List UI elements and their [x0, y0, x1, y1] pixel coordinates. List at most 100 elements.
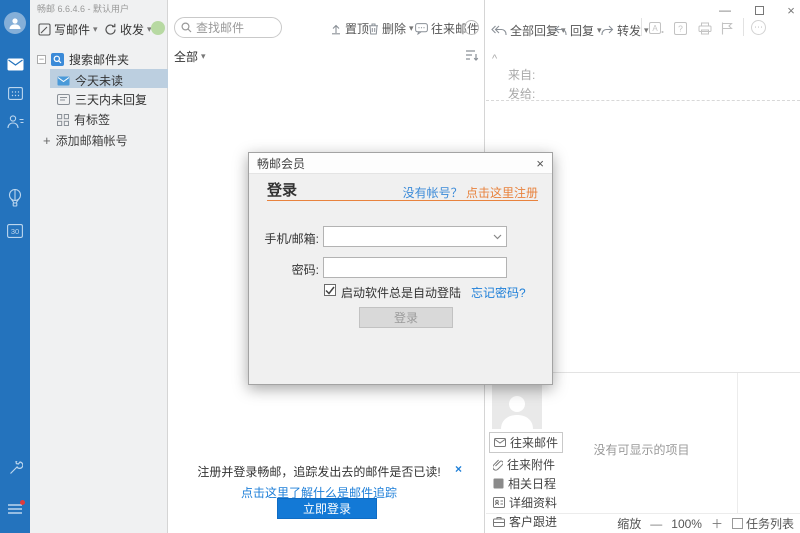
- nav-menu[interactable]: [0, 497, 30, 521]
- reply-icon: [554, 25, 567, 36]
- login-submit-button[interactable]: 登录: [359, 307, 453, 328]
- tab-related-schedule[interactable]: 相关日程: [489, 474, 560, 493]
- status-indicator: [151, 21, 165, 35]
- search-icon: [181, 22, 192, 33]
- auto-login-checkbox[interactable]: [324, 284, 336, 296]
- forward-label: 转发: [617, 22, 641, 39]
- zoom-out-button[interactable]: —: [650, 517, 662, 531]
- add-account-label: 添加邮箱帐号: [56, 132, 128, 149]
- id-card-icon: [493, 497, 505, 508]
- notification-dot: [20, 500, 25, 505]
- minimize-button[interactable]: —: [712, 2, 738, 18]
- reply-all-icon: [491, 25, 507, 36]
- no-account-text: 没有帐号？: [403, 186, 463, 200]
- svg-text:A: A: [652, 24, 658, 33]
- chevron-down-icon[interactable]: ▾: [409, 24, 414, 33]
- search-box[interactable]: [174, 17, 282, 38]
- forgot-password-link[interactable]: 忘记密码?: [471, 284, 526, 301]
- ellipsis-icon: ⋯: [467, 22, 476, 33]
- login-now-button[interactable]: 立即登录: [277, 498, 377, 519]
- tags-grid-icon: [57, 114, 69, 126]
- add-contact-button[interactable]: A: [649, 22, 664, 36]
- header-separator: [486, 100, 800, 101]
- pin-top-button[interactable]: 置顶: [330, 20, 369, 37]
- delete-button[interactable]: 删除 ▾: [368, 20, 414, 37]
- phone-email-field[interactable]: [323, 226, 507, 247]
- nav-balloon[interactable]: [0, 186, 30, 210]
- nav-rail: 30: [0, 0, 30, 533]
- tab-detailed-info[interactable]: 详细资料: [489, 493, 561, 512]
- dialog-title: 畅邮会员: [257, 155, 305, 172]
- add-account-button[interactable]: + 添加邮箱帐号: [43, 132, 128, 149]
- zoom-label: 缩放: [617, 515, 641, 532]
- svg-text:30: 30: [11, 227, 19, 236]
- task-list-checkbox[interactable]: [732, 518, 743, 529]
- heading-underline: [267, 200, 538, 201]
- minimize-icon: —: [719, 3, 731, 17]
- send-receive-button[interactable]: 收发 ▾: [104, 21, 152, 38]
- send-receive-label: 收发: [120, 21, 144, 38]
- pin-top-icon: [330, 23, 342, 35]
- chevron-down-icon[interactable]: ▾: [93, 25, 98, 34]
- close-button[interactable]: ×: [778, 2, 800, 18]
- paperclip-icon: [493, 459, 503, 471]
- promo-close-icon[interactable]: ×: [455, 462, 462, 476]
- filter-dropdown[interactable]: 全部 ▾: [174, 48, 206, 65]
- nav-contacts[interactable]: [0, 109, 30, 133]
- task-list-toggle[interactable]: 任务列表: [732, 515, 794, 532]
- plus-icon: +: [43, 133, 51, 148]
- contact-avatar: [492, 381, 542, 429]
- task-list-label: 任务列表: [746, 515, 794, 532]
- auto-login-label[interactable]: 启动软件总是自动登陆: [341, 284, 461, 301]
- nav-calendar30[interactable]: 30: [0, 219, 30, 243]
- envelope-icon: [57, 76, 70, 86]
- folder-label: 有标签: [74, 111, 110, 128]
- menu-icon: [7, 503, 23, 515]
- sidebar-item-today-unread[interactable]: 今天未读: [57, 72, 123, 89]
- flag-button[interactable]: [721, 22, 733, 35]
- dialog-close-icon[interactable]: ×: [536, 156, 544, 171]
- help-button[interactable]: ?: [674, 22, 687, 35]
- tab-label: 详细资料: [509, 494, 557, 511]
- maximize-button[interactable]: [746, 2, 772, 18]
- register-link[interactable]: 点击这里注册: [466, 186, 538, 200]
- tab-label: 相关日程: [508, 475, 556, 492]
- tree-collapse-icon[interactable]: −: [37, 55, 46, 64]
- tab-label: 往来附件: [507, 456, 555, 473]
- nav-settings[interactable]: [0, 456, 30, 480]
- compose-button[interactable]: 写邮件 ▾: [38, 21, 98, 38]
- calendar-icon: [8, 86, 23, 100]
- phone-email-label: 手机/邮箱:: [249, 230, 319, 247]
- reading-more-button[interactable]: ⋯: [751, 20, 766, 35]
- password-field[interactable]: [323, 257, 507, 278]
- wrench-icon: [8, 461, 23, 476]
- collapse-header-icon[interactable]: ^: [492, 53, 497, 65]
- zoom-in-button[interactable]: ＋: [711, 515, 723, 532]
- search-input[interactable]: [196, 21, 270, 35]
- chevron-down-icon: ▾: [201, 52, 206, 61]
- toolbar-divider: [641, 18, 642, 36]
- delete-label: 删除: [382, 20, 406, 37]
- filter-label: 全部: [174, 48, 198, 65]
- folders-panel: 畅邮 6.6.4.6 - 默认用户 写邮件 ▾ 收发 ▾ − 搜索邮件夹: [30, 0, 168, 533]
- more-options-button[interactable]: ⋯: [464, 20, 479, 35]
- tree-root-search-folders[interactable]: − 搜索邮件夹: [37, 51, 129, 68]
- register-row: 没有帐号？ 点击这里注册: [249, 184, 538, 201]
- sort-button[interactable]: [465, 49, 479, 61]
- sync-icon: [104, 23, 117, 36]
- member-login-dialog: 畅邮会员 × 登录 没有帐号？ 点击这里注册 手机/邮箱: 密码: 启动软件总是…: [248, 152, 553, 385]
- ellipsis-icon: ⋯: [754, 22, 763, 33]
- print-button[interactable]: [698, 22, 712, 35]
- nav-calendar[interactable]: [0, 81, 30, 105]
- close-icon: ×: [787, 3, 795, 18]
- reply-button[interactable]: 回复 ▾: [554, 22, 602, 39]
- reply-all-label: 全部回复: [510, 22, 558, 39]
- account-avatar[interactable]: [0, 10, 30, 36]
- chevron-down-icon[interactable]: ▾: [644, 26, 649, 35]
- balloon-icon: [8, 189, 22, 207]
- dialog-titlebar[interactable]: 畅邮会员: [249, 153, 552, 174]
- pencil-icon: [38, 23, 51, 36]
- sidebar-item-tagged[interactable]: 有标签: [57, 111, 110, 128]
- sidebar-item-no-reply-3days[interactable]: 三天内未回复: [57, 91, 147, 108]
- nav-mail[interactable]: [0, 52, 30, 76]
